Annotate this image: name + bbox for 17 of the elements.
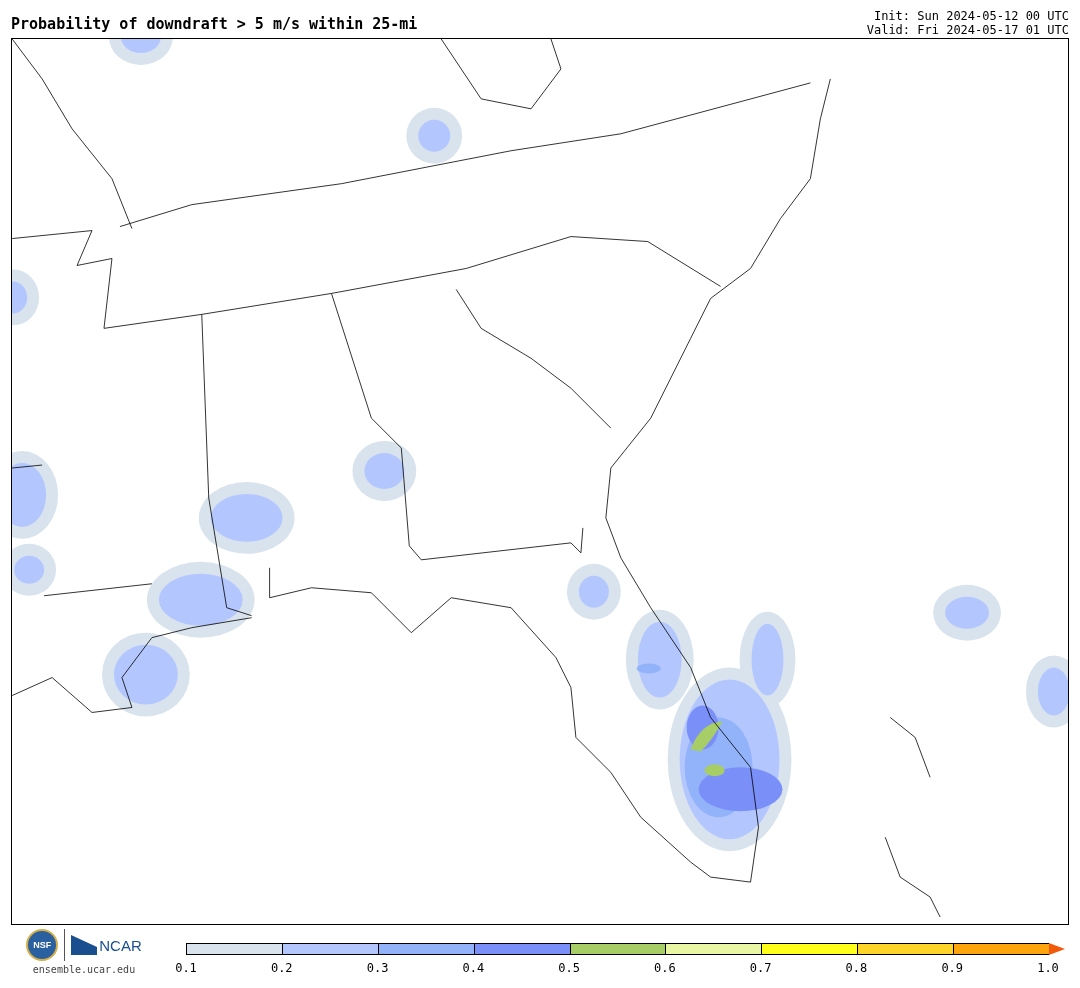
colorbar-tick-label: 0.2 <box>270 961 293 975</box>
colorbar-tick-label: 0.1 <box>175 961 197 975</box>
colorbar-tick-label: 0.3 <box>366 961 389 975</box>
colorbar-tick-label: 1.0 <box>1037 961 1059 975</box>
colorbar-tick-label: 0.5 <box>558 961 580 975</box>
colorbar-tick-label: 0.7 <box>749 961 772 975</box>
init-time: Init: Sun 2024-05-12 00 UTC <box>873 9 1069 23</box>
colorbar-tick-label: 0.8 <box>845 961 868 975</box>
site-url: ensemble.ucar.edu <box>32 964 136 975</box>
valid-time: Valid: Fri 2024-05-17 01 UTC <box>866 23 1069 37</box>
colorbar-tick-label: 0.9 <box>941 961 964 975</box>
nsf-logo: NSF <box>26 929 59 961</box>
wing-logo-icon <box>71 935 98 955</box>
chart-title: Probability of downdraft > 5 m/s within 25-mi <box>11 15 418 35</box>
colorbar-tick-label: 0.6 <box>654 961 676 975</box>
ncar-logo-text: NCAR <box>99 936 142 954</box>
colorbar-tick-label: 0.4 <box>462 961 485 975</box>
